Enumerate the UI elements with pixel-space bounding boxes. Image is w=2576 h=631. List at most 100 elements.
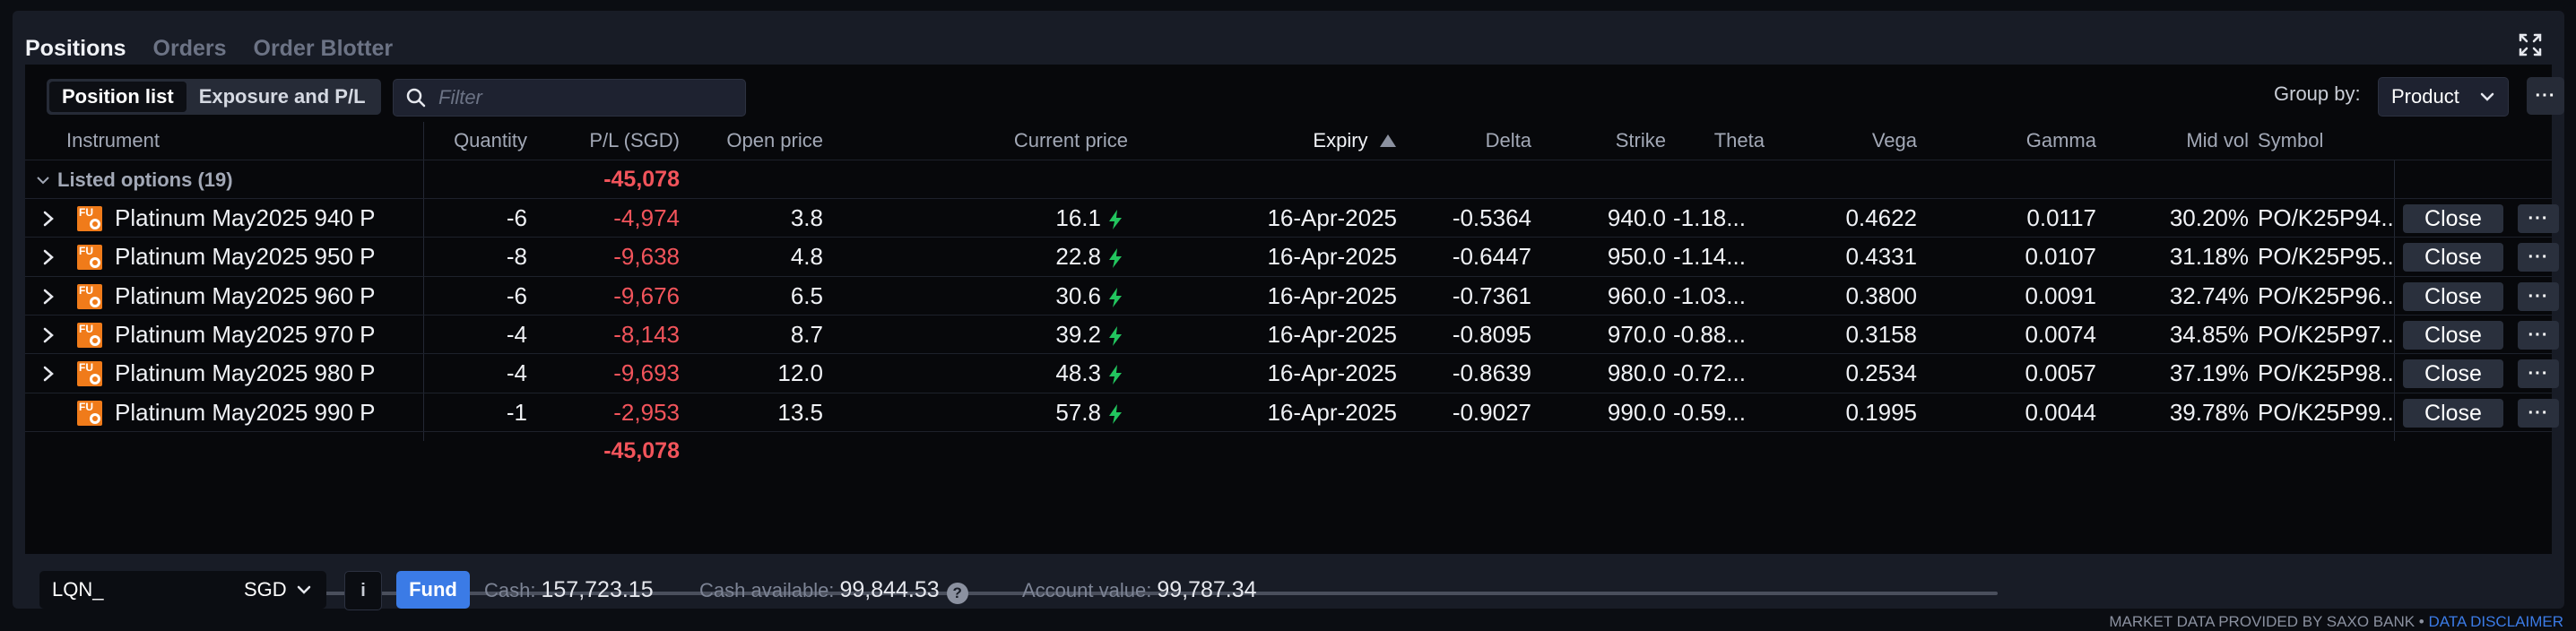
col-delta[interactable]: Delta	[1424, 122, 1531, 160]
current-price: 39.2	[1055, 320, 1101, 348]
table-row[interactable]: FU Platinum May2025 950 P -8 -9,638 4.8 22.8 1…	[25, 237, 2559, 276]
chevron-down-icon[interactable]	[36, 173, 50, 187]
row-more-button[interactable]: ···	[2518, 281, 2559, 311]
col-symbol[interactable]: Symbol	[2258, 122, 2323, 160]
expiry-date: 16-Apr-2025	[1267, 320, 1397, 348]
lightning-icon	[1109, 210, 1122, 229]
col-theta[interactable]: Theta	[1666, 122, 1765, 160]
futures-option-icon: FU	[77, 322, 102, 348]
col-expiry-header[interactable]: Expiry	[1227, 122, 1397, 160]
filter-input[interactable]	[437, 85, 727, 110]
theta-value: -0.59...	[1673, 398, 1746, 426]
strike-value: 960.0	[1607, 281, 1666, 309]
vega-value: 0.3158	[1845, 320, 1917, 348]
more-icon: ···	[2528, 209, 2549, 229]
vega-value: 0.2534	[1845, 359, 1917, 387]
total-row: -45,078	[25, 431, 2552, 471]
instrument-name: Platinum May2025 940 P	[115, 204, 376, 231]
fund-button[interactable]: Fund	[396, 571, 470, 609]
table-row[interactable]: FU Platinum May2025 970 P -4 -8,143 8.7 39.2 1…	[25, 314, 2559, 354]
chevron-right-icon[interactable]	[41, 211, 56, 227]
group-row[interactable]: Listed options (19) -45,078	[25, 160, 2552, 199]
lightning-icon	[1109, 287, 1122, 307]
theta-value: -0.72...	[1673, 359, 1746, 387]
col-pl[interactable]: P/L (SGD)	[536, 122, 680, 160]
pl-value: -4,974	[613, 204, 680, 231]
delta-value: -0.8639	[1452, 359, 1531, 387]
view-exposure-pl[interactable]: Exposure and P/L	[186, 82, 378, 112]
sort-ascending-icon	[1380, 134, 1396, 147]
cash-available-value: 99,844.53	[839, 577, 940, 602]
data-disclaimer-link[interactable]: DATA DISCLAIMER	[2428, 613, 2563, 630]
close-position-button[interactable]: Close	[2403, 204, 2503, 233]
col-instrument[interactable]: Instrument	[66, 122, 160, 160]
tab-order-blotter[interactable]: Order Blotter	[254, 36, 394, 62]
expiry-date: 16-Apr-2025	[1267, 398, 1397, 426]
col-current-price[interactable]: Current price	[922, 122, 1128, 160]
row-more-button[interactable]: ···	[2518, 204, 2559, 233]
lightning-icon	[1109, 365, 1122, 385]
close-position-button[interactable]: Close	[2403, 398, 2503, 428]
close-position-button[interactable]: Close	[2403, 320, 2503, 350]
tab-positions[interactable]: Positions	[25, 36, 126, 62]
lightning-icon	[1109, 248, 1122, 269]
open-price: 8.7	[790, 320, 823, 348]
close-position-button[interactable]: Close	[2403, 359, 2503, 389]
symbol-value: PO/K25P95...	[2258, 243, 2392, 271]
close-position-button[interactable]: Close	[2403, 243, 2503, 272]
row-more-button[interactable]: ···	[2518, 398, 2559, 428]
symbol-value: PO/K25P99...	[2258, 398, 2392, 426]
col-gamma[interactable]: Gamma	[1989, 122, 2096, 160]
quantity: -6	[506, 204, 527, 231]
group-by-select[interactable]: Product	[2378, 77, 2509, 117]
table-row[interactable]: FU Platinum May2025 940 P -6 -4,974 3.8 16.1 1…	[25, 198, 2559, 238]
account-value-value: 99,787.34	[1157, 577, 1257, 602]
help-icon[interactable]: ?	[946, 582, 968, 604]
tab-orders[interactable]: Orders	[153, 36, 227, 62]
col-expiry: Expiry	[1313, 129, 1368, 151]
symbol-value: PO/K25P94...	[2258, 204, 2392, 231]
instrument-name: Platinum May2025 970 P	[115, 320, 376, 348]
more-icon: ···	[2528, 364, 2549, 385]
group-by-label: Group by:	[2274, 82, 2361, 105]
col-strike[interactable]: Strike	[1549, 122, 1666, 160]
more-options-button[interactable]: ···	[2527, 77, 2564, 115]
quantity: -4	[506, 359, 527, 387]
chevron-right-icon[interactable]	[41, 327, 56, 343]
account-select[interactable]: LQN_ SGD	[39, 571, 326, 609]
row-more-button[interactable]: ···	[2518, 320, 2559, 350]
col-vega[interactable]: Vega	[1818, 122, 1917, 160]
delta-value: -0.5364	[1452, 204, 1531, 231]
table-row[interactable]: FU Platinum May2025 980 P -4 -9,693 12.0 48.3…	[25, 353, 2559, 393]
gamma-value: 0.0044	[2025, 398, 2096, 426]
close-position-button[interactable]: Close	[2403, 281, 2503, 311]
account-info-button[interactable]: i	[344, 571, 382, 610]
group-label: Listed options (19)	[57, 169, 233, 191]
view-position-list[interactable]: Position list	[49, 82, 186, 112]
col-mid-vol[interactable]: Mid vol	[2141, 122, 2249, 160]
mid-vol-value: 37.19%	[2169, 359, 2249, 387]
strike-value: 980.0	[1607, 359, 1666, 387]
col-open-price[interactable]: Open price	[689, 122, 823, 160]
delta-value: -0.6447	[1452, 243, 1531, 271]
gamma-value: 0.0057	[2025, 359, 2096, 387]
mid-vol-value: 34.85%	[2169, 320, 2249, 348]
mid-vol-value: 32.74%	[2169, 281, 2249, 309]
chevron-right-icon[interactable]	[41, 366, 56, 382]
account-currency: SGD	[244, 578, 287, 601]
pl-value: -9,693	[613, 359, 680, 387]
expand-icon[interactable]	[2518, 32, 2543, 57]
expiry-date: 16-Apr-2025	[1267, 359, 1397, 387]
positions-toolbar: Position list Exposure and P/L Group by:…	[25, 65, 2564, 122]
filter-field[interactable]	[393, 79, 746, 117]
disclaimer-text: MARKET DATA PROVIDED BY SAXO BANK •	[2109, 613, 2424, 630]
table-row[interactable]: FU Platinum May2025 990 P -1 -2,953 13.5 57.8…	[25, 392, 2559, 432]
row-more-button[interactable]: ···	[2518, 359, 2559, 389]
quantity: -1	[506, 398, 527, 426]
table-row[interactable]: FU Platinum May2025 960 P -6 -9,676 6.5 30.6 1…	[25, 275, 2559, 316]
chevron-right-icon[interactable]	[41, 289, 56, 305]
pl-value: -8,143	[613, 320, 680, 348]
row-more-button[interactable]: ···	[2518, 243, 2559, 272]
col-quantity[interactable]: Quantity	[420, 122, 527, 160]
chevron-right-icon[interactable]	[41, 249, 56, 265]
